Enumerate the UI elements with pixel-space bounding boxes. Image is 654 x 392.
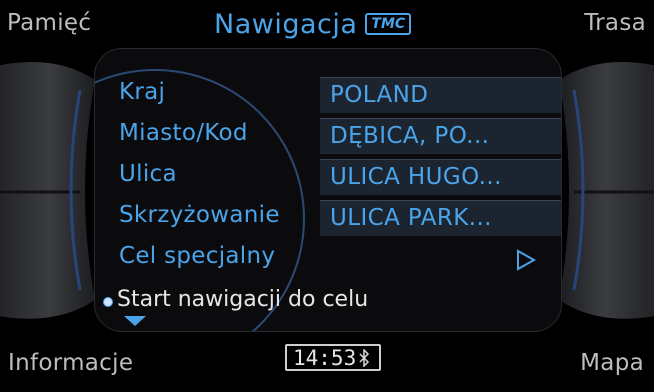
destination-form-panel: Kraj POLAND Miasto/Kod DĘBICA, PO... Uli… bbox=[94, 48, 562, 332]
form-row-city[interactable]: Miasto/Kod DĘBICA, PO... bbox=[95, 116, 561, 154]
intersection-label: Skrzyżowanie bbox=[119, 202, 280, 228]
left-knob-decoration bbox=[0, 62, 95, 319]
right-knob-decoration bbox=[559, 62, 654, 319]
form-row-intersection[interactable]: Skrzyżowanie ULICA PARK... bbox=[95, 198, 561, 236]
start-navigation-label: Start nawigacji do celu bbox=[117, 287, 369, 312]
route-softkey[interactable]: Trasa bbox=[584, 10, 646, 36]
intersection-field[interactable]: ULICA PARK... bbox=[320, 200, 561, 236]
city-field[interactable]: DĘBICA, PO... bbox=[320, 118, 561, 154]
page-title: Nawigacja bbox=[214, 8, 358, 40]
bluetooth-icon bbox=[359, 348, 370, 367]
memory-softkey[interactable]: Pamięć bbox=[7, 10, 91, 36]
special-destination-label: Cel specjalny bbox=[119, 243, 276, 269]
city-label: Miasto/Kod bbox=[119, 120, 248, 146]
form-row-street[interactable]: Ulica ULICA HUGO... bbox=[95, 157, 561, 195]
information-softkey[interactable]: Informacje bbox=[8, 350, 133, 376]
clock: 14:53 bbox=[285, 344, 381, 371]
city-value: DĘBICA, PO... bbox=[330, 123, 490, 149]
country-field[interactable]: POLAND bbox=[320, 77, 561, 113]
intersection-value: ULICA PARK... bbox=[330, 205, 492, 231]
street-label: Ulica bbox=[119, 161, 177, 187]
country-value: POLAND bbox=[330, 82, 429, 108]
play-icon[interactable] bbox=[515, 249, 537, 271]
scroll-down-icon[interactable] bbox=[123, 315, 147, 327]
header: Nawigacja TMC bbox=[214, 7, 412, 41]
clock-time: 14:53 bbox=[293, 345, 357, 370]
selection-bullet-icon bbox=[103, 297, 113, 307]
special-destination-item[interactable]: Cel specjalny bbox=[95, 239, 561, 277]
tmc-badge: TMC bbox=[365, 13, 412, 35]
country-label: Kraj bbox=[119, 79, 166, 105]
form-row-country[interactable]: Kraj POLAND bbox=[95, 75, 561, 113]
street-field[interactable]: ULICA HUGO... bbox=[320, 159, 561, 195]
street-value: ULICA HUGO... bbox=[330, 164, 502, 190]
map-softkey[interactable]: Mapa bbox=[580, 350, 644, 376]
